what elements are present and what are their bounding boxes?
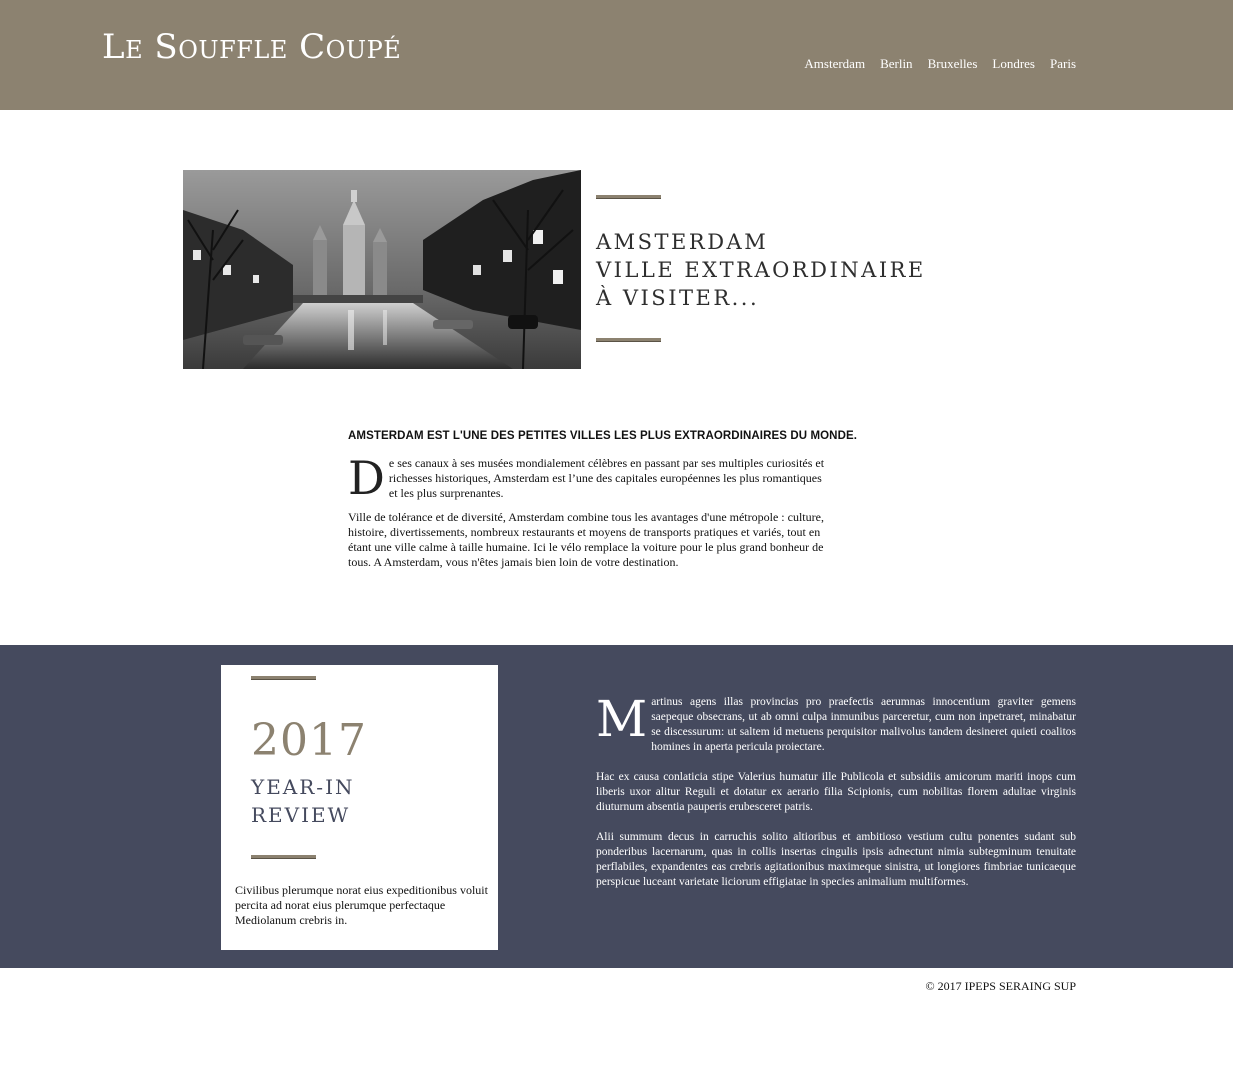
band-paragraph-text: artinus agens illas provincias pro praef…: [651, 696, 1076, 753]
band-paragraph: Hac ex causa conlaticia stipe Valerius h…: [596, 771, 1076, 813]
nav-link-paris[interactable]: Paris: [1050, 56, 1076, 72]
article-heading: Amsterdam est l'une des petites villes l…: [348, 430, 858, 442]
hero-title-line: à visiter...: [596, 286, 760, 310]
band-text: Martinus agens illas provincias pro prae…: [596, 690, 1076, 890]
hero-title-line: Amsterdam: [596, 230, 769, 254]
review-label: Year-in Review: [251, 773, 354, 829]
main-nav: Amsterdam Berlin Bruxelles Londres Paris: [804, 56, 1076, 72]
article-paragraph: De ses canaux à ses musées mondialement …: [348, 451, 830, 505]
band-paragraph: Martinus agens illas provincias pro prae…: [596, 690, 1076, 755]
drop-cap: D: [348, 451, 385, 505]
nav-link-bruxelles[interactable]: Bruxelles: [928, 56, 978, 72]
review-text: Civilibus plerumque norat eius expeditio…: [235, 883, 488, 927]
footer-copyright: © 2017 IPEPS SERAING SUP: [925, 979, 1076, 993]
hero-title-line: ville extraordinaire: [596, 258, 926, 282]
site-logo[interactable]: Le Souffle Coupé: [102, 22, 401, 72]
article-paragraph-text: e ses canaux à ses musées mondialement c…: [388, 456, 825, 500]
nav-link-londres[interactable]: Londres: [992, 56, 1035, 72]
article-intro: Amsterdam est l'une des petites villes l…: [348, 430, 858, 570]
review-rule-top: [251, 676, 316, 680]
hero-rule-top: [596, 195, 661, 199]
hero-rule-bottom: [596, 338, 661, 342]
nav-link-berlin[interactable]: Berlin: [880, 56, 913, 72]
article-paragraph: Ville de tolérance et de diversité, Amst…: [348, 510, 824, 569]
band-paragraph: Alii summum decus in carruchis solito al…: [596, 831, 1076, 888]
review-rule-bottom: [251, 855, 316, 859]
review-card: 2017 Year-in Review Civilibus plerumque …: [221, 665, 498, 950]
review-label-line: Year-in: [251, 775, 355, 799]
site-header: Le Souffle Coupé Amsterdam Berlin Bruxel…: [0, 0, 1233, 110]
hero-image-amsterdam-canal: [183, 170, 581, 369]
nav-link-amsterdam[interactable]: Amsterdam: [804, 56, 865, 72]
review-label-line: Review: [251, 803, 351, 827]
review-year: 2017: [251, 715, 367, 766]
drop-cap: M: [596, 690, 648, 748]
hero-title: Amsterdam ville extraordinaire à visiter…: [596, 228, 926, 312]
